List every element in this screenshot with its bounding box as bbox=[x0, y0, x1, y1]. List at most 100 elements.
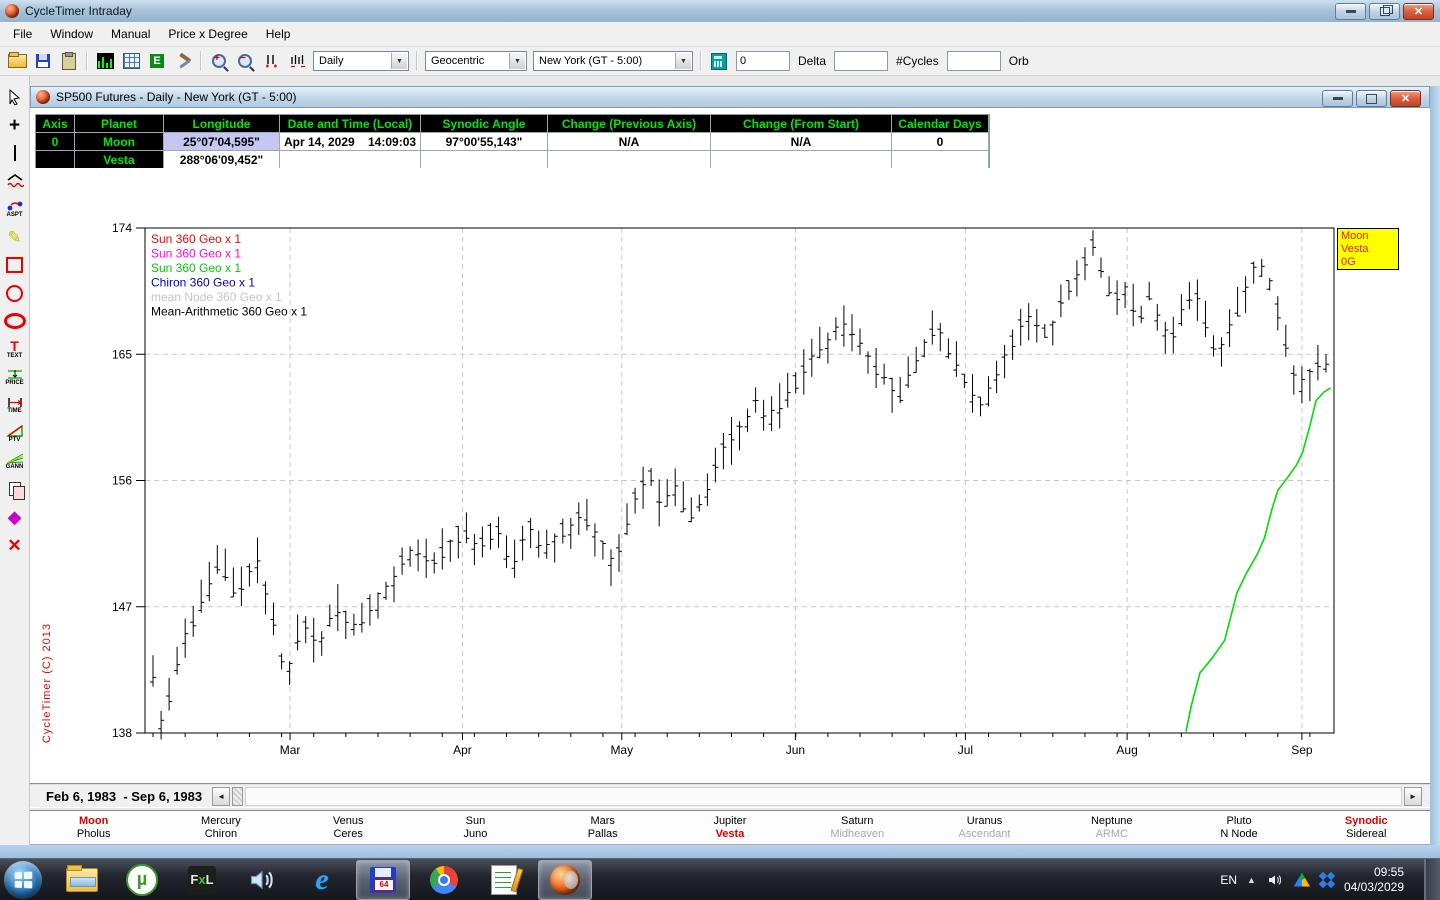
show-desktop-button[interactable] bbox=[1424, 859, 1440, 900]
planet-bar-item[interactable]: MercuryChiron bbox=[157, 811, 284, 844]
planet-top-label: Saturn bbox=[841, 815, 873, 828]
ellipse-tool-button[interactable] bbox=[2, 308, 28, 334]
legend-line: Vesta bbox=[1341, 243, 1395, 256]
planet-bar-item[interactable]: MoonPholus bbox=[30, 811, 157, 844]
rectangle-tool-button[interactable] bbox=[2, 252, 28, 278]
planet-bar-item[interactable]: NeptuneARMC bbox=[1048, 811, 1175, 844]
svg-text:May: May bbox=[610, 743, 633, 757]
menu-help[interactable]: Help bbox=[257, 23, 300, 45]
interval-value: Daily bbox=[319, 55, 343, 67]
planet-bar-item[interactable]: JupiterVesta bbox=[666, 811, 793, 844]
planet-bar-item[interactable]: UranusAscendant bbox=[921, 811, 1048, 844]
planet-bar-item[interactable]: SynodicSidereal bbox=[1303, 811, 1430, 844]
interval-dropdown[interactable]: Daily ▼ bbox=[313, 51, 409, 71]
delta-input[interactable]: 0 bbox=[736, 51, 790, 71]
time-tool-button[interactable]: TIME bbox=[2, 392, 28, 418]
taskbar-chrome[interactable] bbox=[418, 861, 470, 899]
tools-button[interactable] bbox=[171, 50, 195, 72]
speaker-icon bbox=[247, 866, 277, 894]
crosshair-tool-button[interactable]: + bbox=[2, 112, 28, 138]
delete-tool-button[interactable]: ✕ bbox=[2, 532, 28, 558]
clock[interactable]: 09:55 04/03/2029 bbox=[1344, 865, 1404, 895]
price-chart-canvas[interactable]: MarAprMayJunJulAugSep138147156165174Sun … bbox=[35, 168, 1430, 783]
tray-speaker-icon[interactable] bbox=[1266, 872, 1284, 888]
planet-bar-item[interactable]: SaturnMidheaven bbox=[794, 811, 921, 844]
ephemeris-button[interactable]: E bbox=[145, 50, 169, 72]
aspect-wave-tool-button[interactable] bbox=[2, 168, 28, 194]
pencil-tool-button[interactable]: ✎ bbox=[2, 224, 28, 250]
copy-icon bbox=[9, 482, 21, 496]
language-indicator[interactable]: EN bbox=[1220, 873, 1237, 887]
taskbar-volume-app[interactable] bbox=[236, 861, 288, 899]
book-tool-button[interactable]: ◆ bbox=[2, 504, 28, 530]
compress-bars-button[interactable] bbox=[259, 50, 283, 72]
aspect-tool-button[interactable]: ASPT bbox=[2, 196, 28, 222]
child-minimize-button[interactable] bbox=[1322, 90, 1353, 107]
vertical-line-tool-button[interactable] bbox=[2, 140, 28, 166]
chart-view-button[interactable] bbox=[93, 50, 117, 72]
timezone-value: New York (GT - 5:00) bbox=[539, 55, 642, 67]
taskbar-utorrent[interactable]: µ bbox=[116, 861, 168, 899]
planet-cell: Vesta bbox=[75, 151, 164, 169]
menu-file[interactable]: File bbox=[4, 23, 41, 45]
planet-bar-item[interactable]: PlutoN Node bbox=[1175, 811, 1302, 844]
internet-explorer-icon: e bbox=[315, 863, 328, 897]
svg-text:Mar: Mar bbox=[280, 743, 301, 757]
grid-view-button[interactable] bbox=[119, 50, 143, 72]
menu-manual[interactable]: Manual bbox=[102, 23, 159, 45]
expand-bars-button[interactable] bbox=[285, 50, 309, 72]
tray-expand-icon[interactable]: ▲ bbox=[1247, 875, 1256, 885]
ptv-tool-button[interactable]: PTV bbox=[2, 420, 28, 446]
gann-tool-button[interactable]: GANN bbox=[2, 448, 28, 474]
text-tool-button[interactable]: TTEXT bbox=[2, 336, 28, 362]
price-icon bbox=[6, 368, 24, 380]
google-drive-icon[interactable] bbox=[1294, 873, 1310, 887]
timezone-dropdown[interactable]: New York (GT - 5:00) ▼ bbox=[533, 51, 693, 71]
save-button[interactable] bbox=[31, 50, 55, 72]
menu-window[interactable]: Window bbox=[41, 23, 102, 45]
price-tool-button[interactable]: PRICE bbox=[2, 364, 28, 390]
cycles-input[interactable] bbox=[834, 51, 888, 71]
planet-top-label: Venus bbox=[333, 815, 364, 828]
window-frame-right bbox=[1430, 86, 1440, 846]
child-maximize-button[interactable] bbox=[1356, 90, 1387, 107]
scroll-left-button[interactable]: ◄ bbox=[212, 787, 230, 806]
taskbar-fxl[interactable]: FxL bbox=[176, 861, 228, 899]
circle-tool-button[interactable] bbox=[2, 280, 28, 306]
column-header: Synodic Angle bbox=[421, 115, 548, 133]
planet-bar-item[interactable]: MarsPallas bbox=[539, 811, 666, 844]
open-button[interactable] bbox=[5, 50, 29, 72]
main-titlebar[interactable]: CycleTimer Intraday ✕ bbox=[0, 0, 1440, 23]
taskbar-explorer[interactable] bbox=[56, 861, 108, 899]
chart-window-titlebar[interactable]: SP500 Futures - Daily - New York (GT - 5… bbox=[30, 86, 1430, 108]
planet-bar-item[interactable]: SunJuno bbox=[412, 811, 539, 844]
scroll-right-button[interactable]: ► bbox=[1404, 787, 1422, 806]
planet-bar: MoonPholusMercuryChironVenusCeresSunJuno… bbox=[30, 810, 1430, 845]
open-folder-icon bbox=[8, 54, 27, 68]
taskbar-notepad[interactable] bbox=[478, 861, 530, 899]
menu-price-x-degree[interactable]: Price x Degree bbox=[159, 23, 256, 45]
close-button[interactable]: ✕ bbox=[1403, 3, 1434, 20]
orb-input[interactable] bbox=[947, 51, 1001, 71]
taskbar-internet-explorer[interactable]: e bbox=[296, 861, 348, 899]
zoom-in-button[interactable]: + bbox=[207, 50, 231, 72]
child-close-button[interactable]: ✕ bbox=[1390, 90, 1421, 107]
restore-button[interactable] bbox=[1369, 3, 1400, 20]
minimize-button[interactable] bbox=[1335, 3, 1366, 20]
pointer-tool-button[interactable] bbox=[2, 84, 28, 110]
taskbar-cycletimer[interactable] bbox=[538, 860, 592, 900]
start-button[interactable] bbox=[4, 861, 42, 899]
zoom-out-button[interactable]: − bbox=[233, 50, 257, 72]
copy-tool-button[interactable] bbox=[2, 476, 28, 502]
column-header: Change (From Start) bbox=[711, 115, 892, 133]
floppy-file-icon bbox=[370, 867, 396, 893]
paste-button[interactable] bbox=[57, 50, 81, 72]
taskbar-data-file[interactable] bbox=[356, 860, 410, 900]
date-range-bar: Feb 6, 1983 - Sep 6, 1983 ◄ ► bbox=[30, 783, 1430, 807]
coordinate-dropdown[interactable]: Geocentric ▼ bbox=[425, 51, 527, 71]
calculator-button[interactable] bbox=[707, 50, 731, 72]
scrollbar-track[interactable] bbox=[245, 787, 1402, 806]
scrollbar-thumb[interactable] bbox=[232, 787, 243, 806]
planet-bar-item[interactable]: VenusCeres bbox=[285, 811, 412, 844]
dropbox-icon[interactable] bbox=[1320, 873, 1334, 887]
